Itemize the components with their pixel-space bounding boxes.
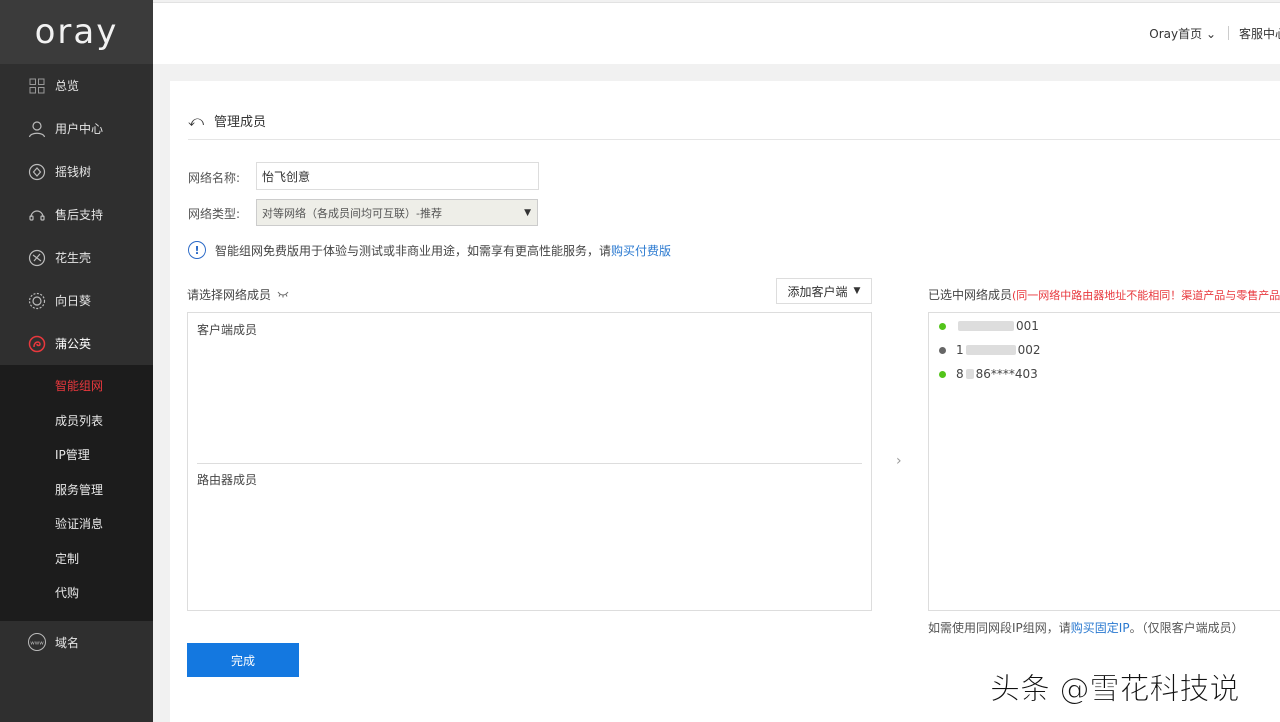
sidebar-item-label: 蒲公英 (55, 337, 92, 351)
add-client-label: 添加客户端 (787, 284, 848, 299)
caret-down-icon: ▼ (853, 286, 861, 296)
sidebar: oray 总览 用户中心 摇钱树 售后支持 花生壳 向日葵 蒲公英 智能组网 成… (0, 0, 153, 722)
network-type-label: 网络类型: (188, 207, 241, 221)
select-members-label: 请选择网络成员 (187, 288, 272, 302)
subnav-item-smart-network[interactable]: 智能组网 (0, 369, 153, 404)
dandelion-icon (27, 334, 47, 354)
selected-members-label: 已选中网络成员 (928, 288, 1013, 302)
redacted-block (965, 369, 974, 379)
member-id-prefix: 8 (956, 367, 964, 381)
member-id-prefix: 1 (956, 343, 964, 357)
subnav-item-customize[interactable]: 定制 (0, 542, 153, 577)
selected-members-heading: 已选中网络成员(同一网络中路由器地址不能相同！渠道产品与零售产品不 (928, 286, 1280, 303)
main-panel: ⤺ 管理成员 网络名称: 网络类型: 对等网络（各成员间均可互联）-推荐 ▼ !… (170, 81, 1280, 722)
member-id-suffix: 002 (1017, 343, 1041, 357)
subnav-item-service-management[interactable]: 服务管理 (0, 473, 153, 508)
redacted-block (958, 321, 1014, 331)
sidebar-item-label: 总览 (55, 79, 80, 93)
sidebar-item-label: 花生壳 (55, 251, 92, 265)
peanut-shell-icon (27, 248, 47, 268)
selected-members-box: 001 1 002 8 86****403 (928, 312, 1280, 611)
notice-text: 智能组网免费版用于体验与测试或非商业用途，如需享有更高性能服务，请 (215, 243, 612, 258)
info-icon: ! (188, 241, 206, 259)
dandelion-subnav: 智能组网 成员列表 IP管理 服务管理 验证消息 定制 代购 (0, 365, 153, 621)
grid-icon (27, 76, 47, 96)
sidebar-item-sunflower[interactable]: 向日葵 (0, 279, 153, 322)
buy-fixed-ip-link[interactable]: 购买固定IP (1071, 621, 1130, 635)
client-members-section: 客户端成员 (197, 323, 258, 337)
title-divider (188, 139, 1280, 140)
oray-home-link[interactable]: Oray首页 ⌄ (1149, 25, 1216, 42)
chevron-right-icon[interactable]: › (896, 453, 902, 469)
sidebar-item-label: 用户中心 (55, 122, 104, 136)
network-type-select[interactable]: 对等网络（各成员间均可互联）-推荐 ▼ (256, 199, 538, 226)
router-address-warning: (同一网络中路由器地址不能相同！渠道产品与零售产品不 (1012, 289, 1280, 302)
status-dot-online (939, 370, 946, 378)
sidebar-item-overview[interactable]: 总览 (0, 64, 153, 107)
section-divider (197, 463, 862, 464)
subnav-item-verification-messages[interactable]: 验证消息 (0, 507, 153, 542)
hint-text: 如需使用同网段IP组网，请 (928, 621, 1071, 635)
sidebar-item-label: 摇钱树 (55, 165, 92, 179)
buy-paid-version-link[interactable]: 购买付费版 (611, 242, 671, 259)
hint-text-after: 。（仅限客户端成员） (1129, 621, 1244, 635)
subnav-item-ip-management[interactable]: IP管理 (0, 438, 153, 473)
sidebar-item-user-center[interactable]: 用户中心 (0, 107, 153, 150)
router-members-section: 路由器成员 (197, 473, 258, 487)
subnav-item-proxy-purchase[interactable]: 代购 (0, 576, 153, 611)
done-button[interactable]: 完成 (187, 643, 299, 677)
fixed-ip-hint: 如需使用同网段IP组网，请购买固定IP。（仅限客户端成员） (928, 619, 1244, 636)
free-version-notice: ! 智能组网免费版用于体验与测试或非商业用途，如需享有更高性能服务，请 购买付费版 (188, 241, 671, 259)
network-name-input[interactable] (256, 162, 539, 190)
page-title: 管理成员 (214, 115, 267, 130)
member-id-suffix: 001 (1016, 319, 1039, 333)
watermark: 头条 @雪花科技说 (990, 672, 1241, 708)
sidebar-item-after-sales[interactable]: 售后支持 (0, 193, 153, 236)
list-item[interactable]: 001 (939, 319, 1039, 333)
sidebar-item-label: 售后支持 (55, 208, 104, 222)
network-name-label: 网络名称: (188, 171, 241, 185)
list-item[interactable]: 1 002 (939, 343, 1041, 357)
add-client-button[interactable]: 添加客户端 ▼ (776, 278, 872, 304)
sidebar-item-label: 域名 (55, 635, 80, 650)
money-tree-icon (27, 162, 47, 182)
sidebar-item-label: 向日葵 (55, 294, 92, 308)
www-icon: www (27, 632, 47, 652)
member-id-suffix: 86****403 (975, 367, 1038, 381)
oray-logo[interactable]: oray (0, 0, 153, 64)
headset-icon (27, 205, 47, 225)
network-type-value: 对等网络（各成员间均可互联）-推荐 (262, 206, 442, 220)
sidebar-item-dandelion[interactable]: 蒲公英 (0, 322, 153, 365)
svg-text:www: www (30, 641, 44, 647)
chevron-down-icon: ⌄ (1205, 27, 1216, 41)
customer-service-link[interactable]: 客服中心 (1239, 25, 1280, 42)
oray-home-label: Oray首页 (1149, 27, 1203, 41)
select-members-heading: 请选择网络成员 (187, 286, 289, 303)
available-members-box: 客户端成员 路由器成员 (187, 312, 872, 611)
sidebar-item-domain[interactable]: www 域名 (0, 621, 153, 664)
page-header: ⤺ 管理成员 (188, 111, 267, 131)
list-item[interactable]: 8 86****403 (939, 367, 1038, 381)
sidebar-item-peanut-shell[interactable]: 花生壳 (0, 236, 153, 279)
eye-closed-icon[interactable] (277, 288, 289, 301)
topbar-separator (1228, 26, 1229, 40)
status-dot-offline (939, 346, 946, 354)
user-icon (27, 119, 47, 139)
back-icon[interactable]: ⤺ (188, 112, 204, 130)
sidebar-item-money-tree[interactable]: 摇钱树 (0, 150, 153, 193)
top-bar: Oray首页 ⌄ 客服中心 (153, 2, 1280, 64)
subnav-item-member-list[interactable]: 成员列表 (0, 404, 153, 439)
sunflower-icon (27, 291, 47, 311)
redacted-block (965, 345, 1016, 355)
caret-down-icon: ▼ (524, 207, 531, 218)
status-dot-online (939, 322, 946, 330)
